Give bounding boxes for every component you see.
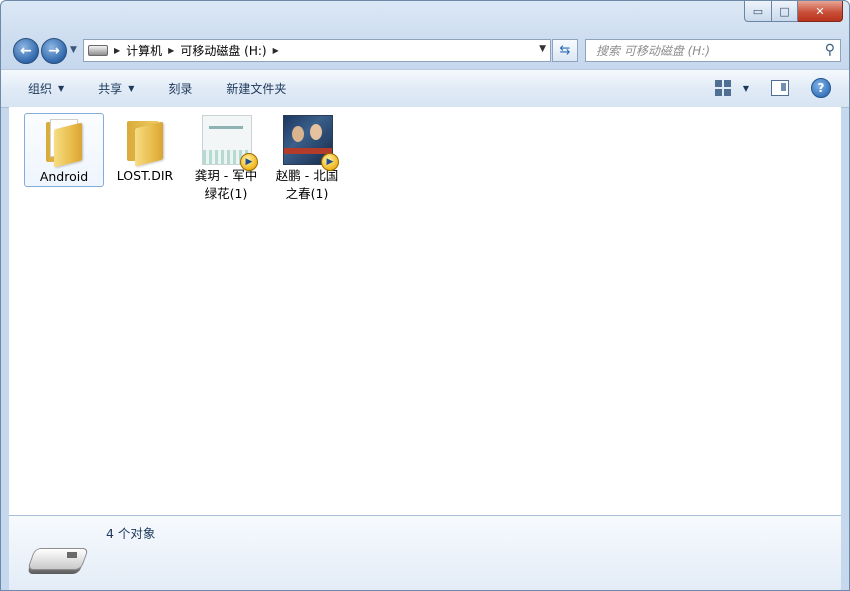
breadcrumb-separator-icon[interactable]: ▶: [168, 46, 174, 55]
minimize-button[interactable]: ▭: [744, 1, 772, 22]
command-bar: 组织 ▼ 共享 ▼ 刻录 新建文件夹 ▼ ?: [1, 69, 849, 108]
preview-pane-icon[interactable]: [771, 80, 789, 96]
media-thumbnail-icon: ▶: [202, 115, 258, 171]
list-item-lost-dir-folder[interactable]: LOST.DIR: [106, 113, 184, 185]
command-bar-right: ▼ ?: [714, 78, 831, 98]
item-label-line2: 绿花(1): [204, 186, 248, 201]
item-label: LOST.DIR: [116, 168, 174, 183]
share-label: 共享: [98, 82, 123, 96]
folder-icon: [121, 115, 169, 167]
chevron-down-icon: ▼: [58, 84, 65, 93]
new-folder-label: 新建文件夹: [226, 82, 287, 96]
explorer-window: ▭ □ ✕ ← → ▼ ▶ 计算机 ▶ 可移动磁盘 (H:) ▶ ▼ ⇆ ⚲ 组…: [0, 0, 850, 591]
maximize-button[interactable]: □: [772, 1, 798, 22]
item-label-line2: 之春(1): [285, 186, 329, 201]
address-history-dropdown-icon[interactable]: ▼: [539, 44, 546, 54]
minimize-icon: ▭: [752, 4, 764, 18]
media-play-icon: ▶: [321, 153, 339, 171]
breadcrumb-removable-disk[interactable]: 可移动磁盘 (H:): [180, 42, 266, 59]
media-thumbnail-icon: ▶: [283, 115, 339, 171]
removable-drive-small-icon: [88, 45, 108, 56]
details-pane: 4 个对象: [9, 515, 841, 590]
item-label: Android: [39, 169, 89, 184]
organize-label: 组织: [28, 82, 53, 96]
search-box[interactable]: ⚲: [585, 39, 841, 62]
list-item-media-file-zhaopeng[interactable]: ▶ 赵鹏 - 北国 之春(1): [268, 113, 346, 203]
navigation-bar: ← → ▼ ▶ 计算机 ▶ 可移动磁盘 (H:) ▶ ▼ ⇆ ⚲: [1, 31, 849, 67]
list-item-media-file-gongyue[interactable]: ▶ 龚玥 - 军中 绿花(1): [187, 113, 265, 203]
back-button[interactable]: ←: [13, 38, 39, 64]
recent-pages-dropdown-icon[interactable]: ▼: [70, 45, 77, 55]
refresh-button[interactable]: ⇆: [552, 39, 578, 62]
list-item-android-folder[interactable]: Android: [24, 113, 104, 187]
organize-menu-button[interactable]: 组织 ▼: [21, 80, 71, 97]
back-arrow-icon: ←: [20, 43, 32, 59]
help-icon[interactable]: ?: [811, 78, 831, 98]
new-folder-button[interactable]: 新建文件夹: [219, 80, 293, 97]
burn-label: 刻录: [168, 82, 193, 96]
close-icon: ✕: [815, 4, 825, 18]
view-options-dropdown-icon[interactable]: ▼: [743, 84, 749, 93]
maximize-icon: □: [779, 4, 790, 18]
burn-button[interactable]: 刻录: [161, 80, 199, 97]
change-view-icon[interactable]: [714, 80, 731, 96]
share-menu-button[interactable]: 共享 ▼: [91, 80, 141, 97]
close-button[interactable]: ✕: [798, 1, 843, 22]
chevron-down-icon: ▼: [128, 84, 135, 93]
help-glyph: ?: [817, 81, 825, 95]
breadcrumb-separator-icon[interactable]: ▶: [114, 46, 120, 55]
refresh-icon: ⇆: [559, 43, 571, 58]
search-icon[interactable]: ⚲: [825, 42, 835, 58]
breadcrumb-computer[interactable]: 计算机: [126, 42, 162, 59]
file-list-area[interactable]: Android LOST.DIR ▶ 龚玥 - 军中 绿花(1) ▶ 赵鹏 - …: [9, 107, 841, 515]
caption-buttons: ▭ □ ✕: [744, 1, 843, 22]
item-count-status: 4 个对象: [106, 526, 156, 541]
folder-icon: [40, 116, 88, 168]
search-input[interactable]: [594, 42, 818, 59]
address-bar[interactable]: ▶ 计算机 ▶ 可移动磁盘 (H:) ▶ ▼: [83, 39, 551, 62]
removable-drive-icon: [26, 544, 90, 580]
media-play-icon: ▶: [240, 153, 258, 171]
forward-button[interactable]: →: [41, 38, 67, 64]
breadcrumb-separator-icon[interactable]: ▶: [273, 46, 279, 55]
forward-arrow-icon: →: [48, 43, 60, 59]
